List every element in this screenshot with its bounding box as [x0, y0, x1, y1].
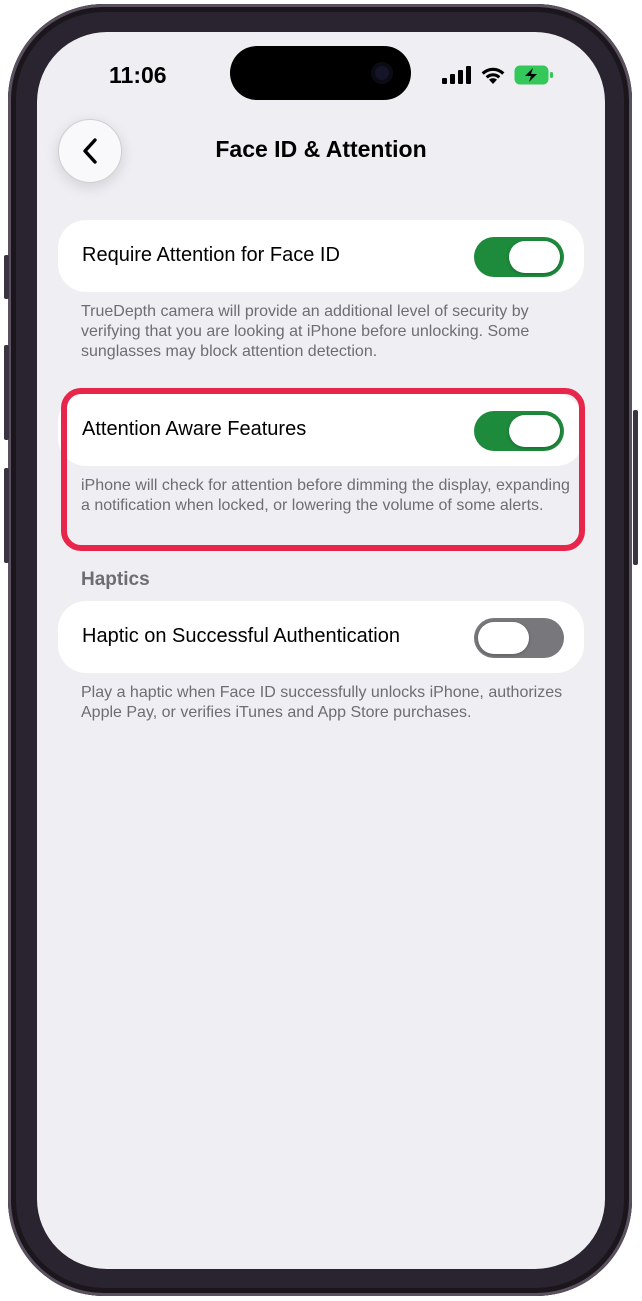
volume-down-button — [4, 468, 9, 563]
phone-screen: 11:06 Face ID & Attention Require Attent… — [37, 32, 605, 1269]
status-time: 11:06 — [109, 62, 167, 88]
cellular-signal-icon — [442, 66, 471, 84]
attention-aware-toggle[interactable] — [474, 411, 564, 451]
haptic-authentication-toggle[interactable] — [474, 618, 564, 658]
haptic-authentication-label: Haptic on Successful Authentication — [82, 625, 400, 647]
dynamic-island — [230, 46, 411, 100]
require-attention-label: Require Attention for Face ID — [82, 244, 340, 266]
require-attention-footnote: TrueDepth camera will provide an additio… — [81, 303, 530, 360]
toggle-knob — [509, 415, 560, 447]
toggle-knob — [478, 622, 529, 654]
toggle-knob — [509, 241, 560, 273]
power-button — [633, 410, 638, 565]
haptic-authentication-cell[interactable]: Haptic on Successful Authentication — [58, 601, 584, 673]
front-camera — [371, 62, 393, 84]
wifi-icon — [481, 67, 505, 84]
require-attention-cell[interactable]: Require Attention for Face ID — [58, 220, 584, 292]
haptics-section-header: Haptics — [81, 569, 150, 590]
attention-aware-footnote: iPhone will check for attention before d… — [81, 477, 570, 514]
volume-up-button — [4, 345, 9, 440]
page-title: Face ID & Attention — [215, 136, 427, 162]
haptic-authentication-footnote: Play a haptic when Face ID successfully … — [81, 684, 563, 721]
battery-charging-icon — [514, 65, 553, 85]
attention-aware-label: Attention Aware Features — [82, 418, 307, 440]
require-attention-toggle[interactable] — [474, 237, 564, 277]
action-button — [4, 255, 9, 299]
attention-aware-cell[interactable]: Attention Aware Features — [58, 394, 584, 466]
status-icons — [442, 65, 554, 85]
